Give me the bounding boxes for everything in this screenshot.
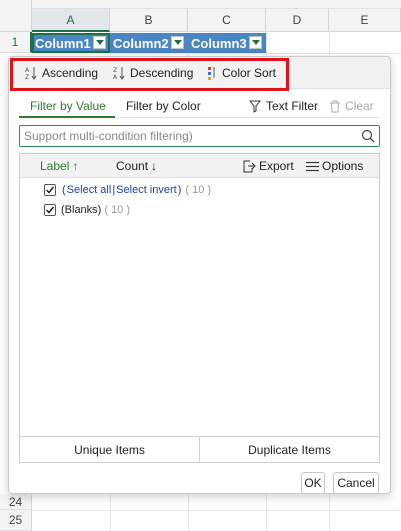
filter-dropdown-button[interactable] [171, 36, 184, 49]
item-count: ( 10 ) [185, 184, 212, 196]
count-sort-header[interactable]: Count ↓ [116, 154, 157, 178]
color-sort-button[interactable]: Color Sort [207, 57, 276, 89]
arrow-up-icon: ↑ [72, 159, 79, 173]
divider-bar: | [112, 184, 116, 196]
options-button[interactable]: Options [306, 154, 363, 178]
ok-button[interactable]: OK [301, 472, 325, 494]
options-label: Options [322, 159, 364, 173]
list-item-blanks[interactable]: (Blanks) ( 10 ) [44, 204, 130, 216]
bracket-close: ) [177, 184, 182, 196]
blanks-label: (Blanks) [61, 204, 102, 216]
unique-items-tab[interactable]: Unique Items [20, 437, 199, 462]
bracket-open: ( [62, 184, 66, 196]
header-cell-label: Column2 [113, 35, 169, 51]
count-header-text: Count [116, 159, 149, 173]
checkmark-icon [45, 206, 55, 214]
column-header-d[interactable]: D [266, 9, 329, 32]
header-cell-label: Column1 [35, 35, 91, 51]
label-sort-header[interactable]: Label ↑ [40, 154, 78, 178]
row-header-24[interactable]: 24 [0, 494, 32, 510]
select-all-checkbox[interactable] [44, 184, 56, 196]
checkmark-icon [45, 186, 55, 194]
search-input[interactable] [19, 125, 380, 147]
select-all-link[interactable]: Select all [67, 184, 112, 196]
arrow-down-icon: ↓ [151, 159, 158, 173]
active-tab-indicator [19, 116, 115, 118]
select-invert-link[interactable]: Select invert [116, 184, 177, 196]
tab-filter-by-value[interactable]: Filter by Value [30, 99, 106, 113]
select-all-corner[interactable] [0, 0, 32, 32]
list-item-select-all: ( Select all | Select invert ) ( 10 ) [44, 184, 211, 196]
sort-ascending-button[interactable]: A Z Ascending [25, 57, 98, 89]
svg-text:A: A [25, 67, 30, 74]
list-header: Label ↑ Count ↓ Export Options [20, 154, 379, 178]
list-bottom-tabs: Unique Items Duplicate Items [20, 436, 379, 462]
export-button[interactable]: Export [242, 154, 294, 178]
clear-button[interactable]: Clear [329, 99, 374, 113]
header-cell-column3[interactable]: Column3 [188, 33, 266, 53]
header-cell-column1[interactable]: Column1 [32, 33, 110, 53]
filter-dropdown-button[interactable] [93, 36, 106, 49]
export-icon [243, 160, 256, 172]
header-cell-column2[interactable]: Column2 [110, 33, 188, 53]
column-header-c[interactable]: C [188, 9, 266, 32]
sort-descending-icon: Z A [113, 67, 125, 80]
row-header-1[interactable]: 1 [0, 32, 32, 53]
column-header-b[interactable]: B [110, 9, 188, 32]
grid-line [32, 510, 401, 511]
funnel-icon [249, 100, 262, 113]
duplicate-items-tab[interactable]: Duplicate Items [199, 437, 379, 462]
svg-text:Z: Z [113, 67, 117, 74]
sheet-top-strip [32, 0, 401, 9]
row-header-25[interactable]: 25 [0, 510, 32, 531]
trash-icon [330, 100, 340, 112]
item-count: ( 10 ) [104, 204, 131, 216]
cancel-button[interactable]: Cancel [333, 472, 379, 494]
filter-popup: A Z Ascending Z A Descending Color Sort … [8, 56, 391, 494]
grid-line [32, 53, 401, 54]
tab-filter-by-color[interactable]: Filter by Color [126, 99, 201, 113]
sort-ascending-label: Ascending [42, 66, 99, 80]
text-filter-button[interactable]: Text Filter [249, 99, 318, 113]
sort-ascending-icon: A Z [25, 67, 37, 80]
color-sort-icon [208, 67, 215, 80]
text-filter-label: Text Filter [266, 99, 319, 113]
export-label: Export [259, 159, 294, 173]
blanks-checkbox[interactable] [44, 204, 56, 216]
filter-dropdown-button[interactable] [249, 36, 262, 49]
header-cell-label: Column3 [191, 35, 247, 51]
label-header-text: Label [40, 159, 70, 173]
column-header-a[interactable]: A [32, 9, 110, 32]
sort-descending-button[interactable]: Z A Descending [113, 57, 193, 89]
clear-label: Clear [345, 99, 374, 113]
svg-text:A: A [113, 74, 118, 80]
search-icon[interactable] [361, 129, 375, 143]
column-header-e[interactable]: E [329, 9, 401, 32]
menu-icon [306, 161, 319, 171]
svg-text:Z: Z [25, 74, 29, 80]
sort-bar: A Z Ascending Z A Descending Color Sort [9, 57, 390, 89]
value-list: Label ↑ Count ↓ Export Options (Select … [19, 153, 380, 463]
color-sort-label: Color Sort [222, 66, 277, 80]
sort-descending-label: Descending [130, 66, 194, 80]
